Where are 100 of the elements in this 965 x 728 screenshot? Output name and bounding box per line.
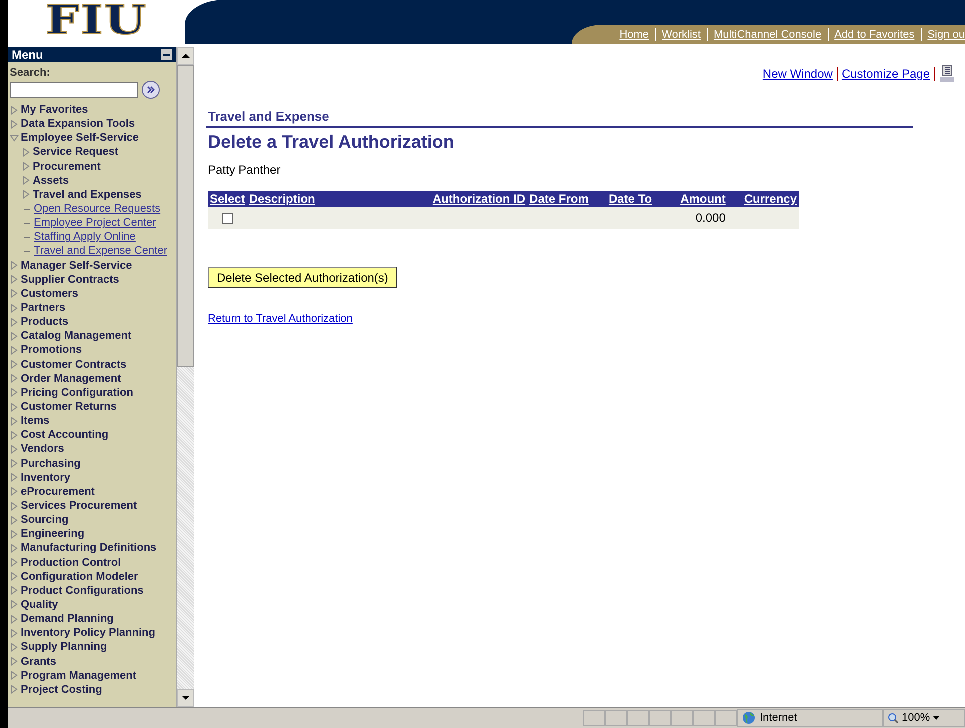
collapsed-triangle-icon[interactable] xyxy=(10,685,19,694)
collapsed-triangle-icon[interactable] xyxy=(10,444,19,454)
collapsed-triangle-icon[interactable] xyxy=(10,289,19,298)
column-header[interactable]: Amount xyxy=(680,192,726,206)
collapsed-triangle-icon[interactable] xyxy=(10,614,19,624)
menu-folder[interactable]: Order Management xyxy=(21,372,122,385)
menu-folder[interactable]: Grants xyxy=(21,656,56,668)
collapsed-triangle-icon[interactable] xyxy=(10,318,19,327)
collapsed-triangle-icon[interactable] xyxy=(10,530,19,539)
menu-link[interactable]: Staffing Apply Online xyxy=(34,231,136,244)
menu-folder[interactable]: Travel and Expenses xyxy=(33,188,142,201)
collapsed-triangle-icon[interactable] xyxy=(10,657,19,666)
collapsed-triangle-icon[interactable] xyxy=(10,502,19,510)
menu-folder[interactable]: Quality xyxy=(21,598,58,611)
menu-folder[interactable]: Configuration Modeler xyxy=(21,570,138,583)
menu-link[interactable]: Employee Project Center xyxy=(34,217,156,230)
collapsed-triangle-icon[interactable] xyxy=(22,162,31,172)
menu-folder[interactable]: Employee Self-Service xyxy=(21,132,140,144)
menu-folder[interactable]: Promotions xyxy=(21,344,82,356)
menu-folder[interactable]: Production Control xyxy=(21,556,122,569)
collapsed-triangle-icon[interactable] xyxy=(10,332,19,341)
collapsed-triangle-icon[interactable] xyxy=(10,416,19,426)
http-document-icon[interactable] xyxy=(939,65,955,83)
menu-folder[interactable]: Services Procurement xyxy=(21,500,138,512)
collapsed-triangle-icon[interactable] xyxy=(10,106,19,115)
dropdown-caret-icon[interactable] xyxy=(933,716,940,720)
collapsed-triangle-icon[interactable] xyxy=(10,388,19,398)
menu-link[interactable]: Travel and Expense Center xyxy=(34,245,168,258)
menu-folder[interactable]: Inventory xyxy=(21,472,71,484)
menu-folder[interactable]: Customer Returns xyxy=(21,401,117,414)
column-header[interactable]: Authorization ID xyxy=(432,192,526,206)
collapsed-triangle-icon[interactable] xyxy=(10,671,19,680)
menu-folder[interactable]: Vendors xyxy=(21,443,64,456)
page-link[interactable]: New Window xyxy=(762,67,833,81)
collapsed-triangle-icon[interactable] xyxy=(10,275,19,284)
menu-folder[interactable]: Manager Self-Service xyxy=(21,260,132,272)
collapsed-triangle-icon[interactable] xyxy=(10,600,19,610)
amount-cell: 0.000 xyxy=(696,211,726,225)
collapsed-triangle-icon[interactable] xyxy=(10,572,19,582)
column-header[interactable]: Date From xyxy=(530,192,589,206)
menu-link[interactable]: Open Resource Requests xyxy=(34,203,161,216)
menu-folder[interactable]: Customer Contracts xyxy=(21,358,127,371)
collapsed-triangle-icon[interactable] xyxy=(10,304,19,313)
collapsed-triangle-icon[interactable] xyxy=(10,120,19,129)
collapsed-triangle-icon[interactable] xyxy=(10,642,19,652)
collapsed-triangle-icon[interactable] xyxy=(10,346,19,355)
menu-folder[interactable]: Sourcing xyxy=(21,514,69,526)
menu-folder[interactable]: eProcurement xyxy=(21,486,95,498)
menu-folder[interactable]: Manufacturing Definitions xyxy=(21,542,157,554)
university-logo: FIU xyxy=(46,0,148,42)
menu-folder[interactable]: Inventory Policy Planning xyxy=(21,627,156,640)
collapsed-triangle-icon[interactable] xyxy=(22,190,31,200)
collapsed-triangle-icon[interactable] xyxy=(10,487,19,496)
collapsed-triangle-icon[interactable] xyxy=(10,360,19,370)
collapsed-triangle-icon[interactable] xyxy=(10,261,19,270)
page-link[interactable]: Customize Page xyxy=(842,67,930,81)
return-link[interactable]: Return to Travel Authorization xyxy=(208,313,353,325)
menu-scrollbar[interactable] xyxy=(176,47,194,707)
column-header[interactable]: Currency xyxy=(744,192,797,206)
column-header[interactable]: Date To xyxy=(608,192,652,206)
menu-folder[interactable]: Project Costing xyxy=(21,684,102,696)
collapsed-triangle-icon[interactable] xyxy=(10,586,19,596)
menu-folder[interactable]: My Favorites xyxy=(21,104,88,116)
collapsed-triangle-icon[interactable] xyxy=(22,176,31,186)
collapsed-triangle-icon[interactable] xyxy=(10,459,19,468)
column-header[interactable]: Select xyxy=(210,192,246,206)
menu-folder[interactable]: Products xyxy=(21,316,69,328)
expanded-triangle-icon[interactable] xyxy=(10,134,19,143)
collapsed-triangle-icon[interactable] xyxy=(10,430,19,440)
menu-folder[interactable]: Program Management xyxy=(21,670,137,682)
menu-folder[interactable]: Engineering xyxy=(21,528,85,540)
delete-button[interactable]: Delete Selected Authorization(s) xyxy=(208,267,398,288)
menu-folder[interactable]: Demand Planning xyxy=(21,613,114,626)
menu-folder[interactable]: Supply Planning xyxy=(21,641,108,654)
search-field[interactable] xyxy=(10,82,138,98)
menu-folder[interactable]: Product Configurations xyxy=(21,584,144,597)
collapsed-triangle-icon[interactable] xyxy=(10,473,19,482)
menu-folder[interactable]: Pricing Configuration xyxy=(21,386,134,399)
menu-folder[interactable]: Purchasing xyxy=(21,458,81,470)
collapsed-triangle-icon[interactable] xyxy=(10,402,19,412)
collapsed-triangle-icon[interactable] xyxy=(10,516,19,525)
menu-folder[interactable]: Service Request xyxy=(33,146,119,158)
menu-folder[interactable]: Customers xyxy=(21,288,78,300)
menu-folder[interactable]: Cost Accounting xyxy=(21,429,109,442)
collapsed-triangle-icon[interactable] xyxy=(22,148,31,157)
select-checkbox[interactable] xyxy=(222,213,234,224)
collapsed-triangle-icon[interactable] xyxy=(10,374,19,384)
menu-folder[interactable]: Catalog Management xyxy=(21,330,132,342)
collapsed-triangle-icon[interactable] xyxy=(10,544,19,553)
menu-folder[interactable]: Data Expansion Tools xyxy=(21,118,136,130)
collapse-button[interactable] xyxy=(161,49,172,60)
collapsed-triangle-icon[interactable] xyxy=(10,628,19,638)
zoom-icon[interactable] xyxy=(888,712,899,724)
menu-folder[interactable]: Partners xyxy=(21,302,66,314)
menu-folder[interactable]: Supplier Contracts xyxy=(21,274,120,286)
collapsed-triangle-icon[interactable] xyxy=(10,558,19,568)
menu-folder[interactable]: Items xyxy=(21,415,50,428)
menu-folder[interactable]: Assets xyxy=(33,174,70,187)
column-header[interactable]: Description xyxy=(249,192,316,206)
menu-folder[interactable]: Procurement xyxy=(33,160,101,173)
